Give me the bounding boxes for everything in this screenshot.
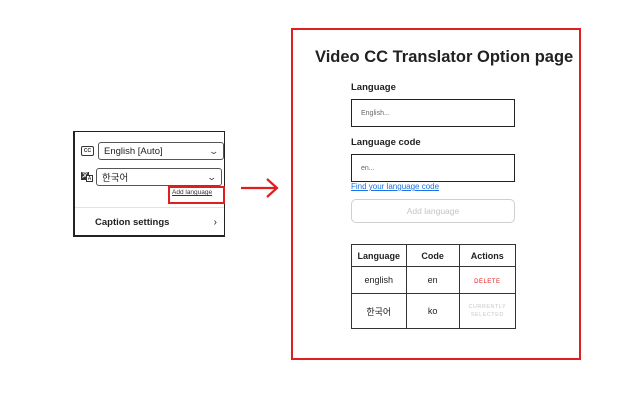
chevron-right-icon: ›	[213, 217, 217, 228]
caption-settings-label: Caption settings	[95, 217, 170, 228]
table-header-row: Language Code Actions	[351, 244, 517, 267]
chevron-down-icon: ⌄	[206, 171, 218, 182]
language-input-placeholder: English...	[361, 109, 390, 117]
caption-track-value: English [Auto]	[104, 145, 163, 157]
cell-language: 한국어	[351, 293, 407, 329]
caption-track-select[interactable]: English [Auto] ⌄	[98, 142, 224, 160]
column-header-actions: Actions	[458, 244, 517, 267]
currently-selected-status: CURRENTLY SELECTED	[468, 304, 507, 318]
table-row: 한국어 ko CURRENTLY SELECTED	[351, 293, 517, 329]
cell-action: CURRENTLY SELECTED	[458, 293, 517, 329]
language-row: 文A 한국어 ⌄	[81, 168, 222, 186]
divider	[75, 207, 224, 208]
options-page: Video CC Translator Option page Language…	[291, 28, 581, 360]
arrow-right-icon	[241, 178, 279, 198]
column-header-language: Language	[351, 244, 407, 267]
translation-language-value: 한국어	[102, 173, 129, 184]
cell-language: english	[351, 266, 407, 294]
add-language-button[interactable]: Add language	[351, 199, 515, 223]
translate-icon: 文A	[81, 171, 93, 182]
cell-action: DELETE	[458, 266, 517, 294]
page-title: Video CC Translator Option page	[315, 48, 574, 66]
highlight-box	[168, 186, 225, 204]
language-input[interactable]: English...	[351, 99, 515, 127]
language-code-placeholder: en...	[361, 164, 375, 172]
table-row: english en DELETE	[351, 266, 517, 294]
cell-code: en	[405, 266, 460, 294]
languages-table: Language Code Actions english en DELETE …	[351, 244, 517, 329]
language-code-label: Language code	[351, 137, 421, 148]
caption-settings-item[interactable]: Caption settings ›	[95, 217, 217, 228]
language-code-input[interactable]: en...	[351, 154, 515, 182]
find-language-code-link[interactable]: Find your language code	[351, 182, 439, 191]
caption-popup: CC English [Auto] ⌄ 文A 한국어 ⌄ Caption set…	[73, 131, 225, 237]
language-label: Language	[351, 82, 396, 93]
delete-button[interactable]: DELETE	[474, 279, 500, 285]
cc-icon: CC	[81, 146, 94, 156]
chevron-down-icon: ⌄	[208, 145, 220, 156]
column-header-code: Code	[405, 244, 460, 267]
translation-language-select[interactable]: 한국어 ⌄	[96, 168, 222, 186]
caption-row: CC English [Auto] ⌄	[81, 142, 224, 160]
cell-code: ko	[405, 293, 460, 329]
